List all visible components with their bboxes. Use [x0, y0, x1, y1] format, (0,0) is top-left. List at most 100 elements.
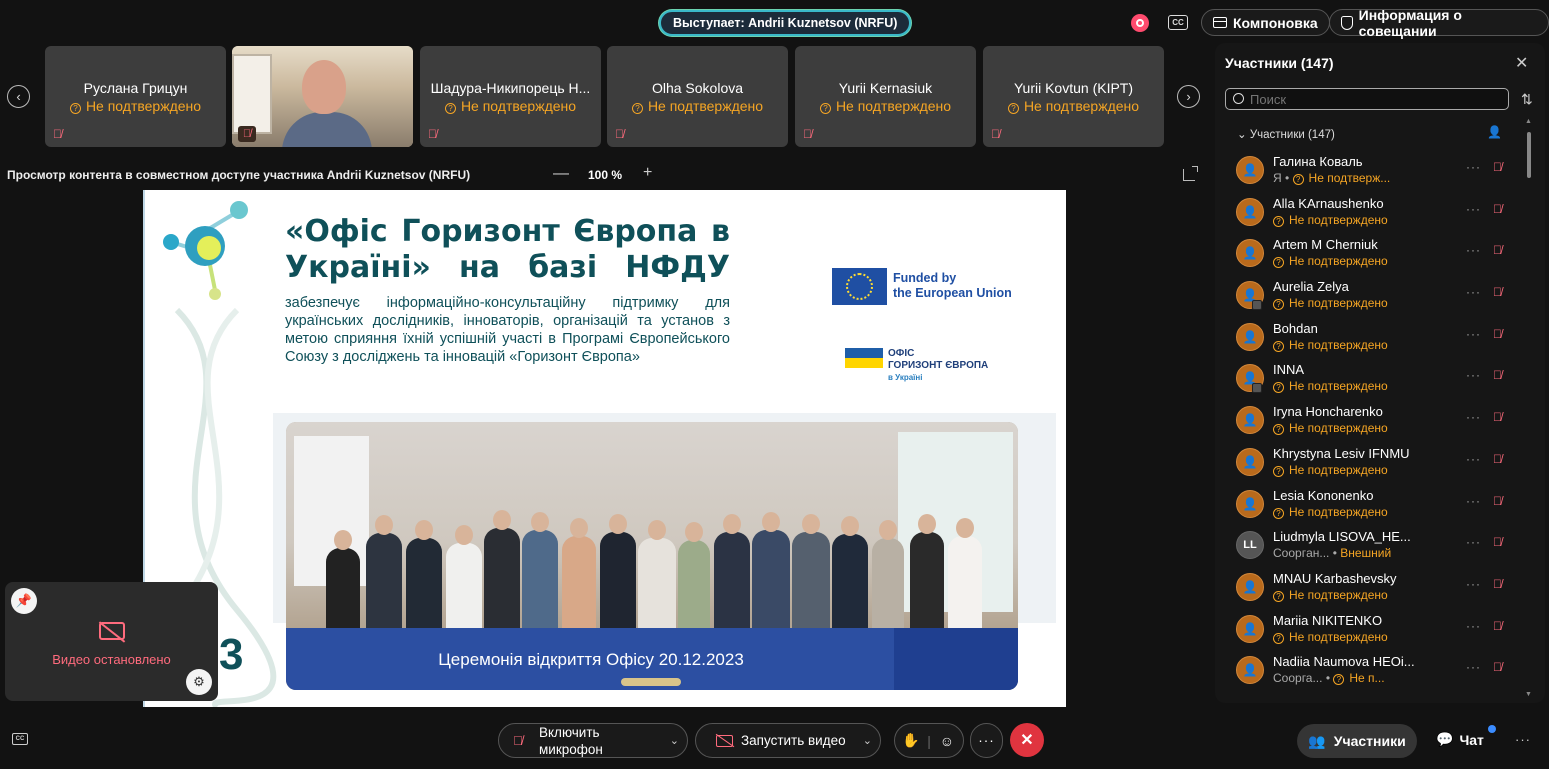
tile-name: Yurii Kovtun (KIPT)	[1013, 80, 1134, 96]
list-item[interactable]: 👤 MNAU Karbashevsky ? Не подтверждено ···…	[1215, 567, 1525, 609]
pending-icon: ?	[1333, 674, 1345, 686]
mic-muted-icon[interactable]: 🎙̸	[1493, 494, 1502, 508]
list-item[interactable]: 👤 Artem M Cherniuk ? Не подтверждено ··· …	[1215, 233, 1525, 275]
reactions-icon[interactable]: ☺	[931, 733, 963, 749]
closed-captions-icon[interactable]: CC	[12, 733, 28, 745]
list-item[interactable]: 👤 Khrystyna Lesiv IFNMU ? Не подтверждено…	[1215, 442, 1525, 484]
shared-content-title: Просмотр контента в совместном доступе у…	[7, 168, 471, 182]
pending-icon: ?	[819, 103, 831, 114]
meeting-info-button[interactable]: Информация о совещании	[1329, 6, 1549, 39]
more-options-icon[interactable]: ···	[1466, 660, 1481, 674]
list-item[interactable]: 👤 Bohdan ? Не подтверждено ··· 🎙̸	[1215, 317, 1525, 359]
more-options-icon[interactable]: ···	[1466, 577, 1481, 591]
closed-captions-icon[interactable]: CC	[1168, 15, 1188, 30]
mic-muted-icon[interactable]: 🎙̸	[1493, 535, 1502, 549]
more-options-icon[interactable]: ···	[1466, 202, 1481, 216]
more-options-icon[interactable]: ···	[1466, 327, 1481, 341]
more-options-icon[interactable]: ···	[1466, 535, 1481, 549]
chat-button[interactable]: 💬 Чат	[1436, 731, 1484, 748]
avatar: 👤	[1236, 489, 1264, 518]
more-options-icon[interactable]: ···	[1466, 452, 1481, 466]
search-input[interactable]	[1225, 88, 1509, 110]
list-item[interactable]: 👤 Alla KArnaushenko ? Не подтверждено ···…	[1215, 192, 1525, 234]
avatar: 👤	[1236, 614, 1264, 643]
participant-video-tile[interactable]: 🎙̸	[232, 46, 413, 147]
mic-muted-icon[interactable]: 🎙̸	[1493, 327, 1502, 341]
more-options-icon[interactable]: ···	[1466, 243, 1481, 257]
pin-icon[interactable]: 📌	[11, 588, 37, 614]
participant-tile[interactable]: Olha Sokolova ? Не подтверждено 🎙̸	[607, 46, 788, 147]
list-item[interactable]: 👤 Галина Коваль Я • ? Не подтверж... ··· …	[1215, 150, 1525, 192]
pending-icon: ?	[1292, 174, 1304, 185]
shield-icon	[1341, 15, 1353, 30]
device-badge-icon	[1252, 383, 1262, 394]
list-item[interactable]: 👤 Lesia Kononenko ? Не подтверждено ··· 🎙…	[1215, 484, 1525, 526]
zoom-in-button[interactable]: +	[643, 164, 652, 182]
mic-muted-icon[interactable]: 🎙̸	[1493, 577, 1502, 591]
chat-notification-dot	[1488, 725, 1496, 733]
mic-muted-icon[interactable]: 🎙̸	[1493, 452, 1502, 466]
meeting-info-label: Информация о совещании	[1358, 6, 1462, 39]
scrollbar[interactable]: ▲ ▼	[1525, 118, 1533, 698]
tile-status: ? Не подтверждено	[795, 98, 976, 114]
mic-muted-icon[interactable]: 🎙̸	[1493, 285, 1502, 299]
thumbnails-prev-arrow-icon[interactable]: ‹	[7, 85, 30, 108]
sort-icon[interactable]: ⇅	[1521, 91, 1533, 108]
list-item[interactable]: LL Liudmyla LISOVA_HE... Сооргaн... • Вн…	[1215, 525, 1525, 567]
more-options-icon[interactable]: ···	[1515, 732, 1531, 747]
more-options-icon[interactable]: ···	[1466, 494, 1481, 508]
mic-muted-icon: 🎙̸	[428, 127, 437, 141]
list-item[interactable]: 👤 INNA ? Не подтверждено ··· 🎙̸	[1215, 358, 1525, 400]
list-item[interactable]: 👤 Aurelia Zelya ? Не подтверждено ··· 🎙̸	[1215, 275, 1525, 317]
more-options-icon[interactable]: ···	[1466, 160, 1481, 174]
pending-icon: ?	[1273, 215, 1284, 227]
participants-group-header[interactable]: ⌄ Участники (147)	[1237, 127, 1335, 141]
list-item[interactable]: 👤 Iryna Honcharenko ? Не подтверждено ···…	[1215, 400, 1525, 442]
unmute-button[interactable]: 🎙̸ Включить микрофон ⌄	[498, 723, 688, 758]
participant-tile[interactable]: Шадура-Никипорець Н... ? Не подтверждено …	[420, 46, 601, 147]
video-label: Запустить видео	[741, 733, 846, 748]
mic-muted-icon[interactable]: 🎙̸	[1493, 202, 1502, 216]
leave-meeting-button[interactable]: ✕	[1010, 723, 1044, 757]
more-options-icon[interactable]: ···	[1466, 285, 1481, 299]
layout-button[interactable]: Компоновка	[1201, 9, 1330, 36]
chevron-down-icon[interactable]: ⌄	[863, 734, 872, 747]
more-options-button[interactable]: ···	[970, 723, 1003, 758]
mic-muted-icon[interactable]: 🎙̸	[1493, 243, 1502, 257]
office-horizon-logo: ОФІС ГОРИЗОНТ ЄВРОПА в Україні	[888, 348, 989, 382]
meeting-window: Выступает: Andrii Kuznetsov (NRFU) CC Ко…	[0, 0, 1549, 769]
participants-panel: Участники (147) ✕ ⇅ ⌄ Участники (147) 👤 …	[1215, 43, 1545, 703]
mic-muted-icon[interactable]: 🎙̸	[1493, 660, 1502, 674]
participant-tile[interactable]: Yurii Kernasiuk ? Не подтверждено 🎙̸	[795, 46, 976, 147]
more-options-icon[interactable]: ···	[1466, 410, 1481, 424]
panel-title: Участники (147)	[1225, 55, 1334, 71]
thumbnails-next-arrow-icon[interactable]: ›	[1177, 85, 1200, 108]
self-view-panel: 📌 Видео остановлено ⚙	[5, 582, 218, 701]
chevron-down-icon[interactable]: ⌄	[670, 734, 679, 747]
more-options-icon[interactable]: ···	[1466, 368, 1481, 382]
mic-muted-icon[interactable]: 🎙̸	[1493, 368, 1502, 382]
list-item[interactable]: 👤 Nadiia Naumova HEOi... Соорга... • ? Не…	[1215, 650, 1525, 692]
expand-icon[interactable]	[1183, 166, 1198, 181]
user-icon[interactable]: 👤	[1487, 125, 1502, 139]
more-options-icon[interactable]: ···	[1466, 619, 1481, 633]
zoom-out-button[interactable]: —	[553, 165, 569, 183]
gear-icon[interactable]: ⚙	[186, 669, 212, 695]
participant-tile[interactable]: Руслана Грицун ? Не подтверждено 🎙̸	[45, 46, 226, 147]
recording-icon[interactable]	[1131, 14, 1149, 32]
mic-muted-icon[interactable]: 🎙̸	[1493, 160, 1502, 174]
start-video-button[interactable]: Запустить видео ⌄	[695, 723, 881, 758]
scrollbar-thumb[interactable]	[1527, 132, 1531, 178]
mic-muted-icon[interactable]: 🎙̸	[1493, 410, 1502, 424]
list-item[interactable]: 👤 Mariia NIKITENKO ? Не подтверждено ··· …	[1215, 609, 1525, 651]
participants-list: 👤 Галина Коваль Я • ? Не подтверж... ··· …	[1215, 150, 1525, 692]
close-icon[interactable]: ✕	[1515, 53, 1528, 73]
mic-muted-icon[interactable]: 🎙̸	[1493, 619, 1502, 633]
search-icon	[1233, 93, 1244, 104]
participants-button[interactable]: 👥 Участники	[1297, 724, 1417, 758]
raise-hand-icon[interactable]: ✋	[895, 732, 927, 749]
avatar: 👤	[1236, 656, 1264, 685]
pending-icon: ?	[1007, 103, 1019, 114]
layout-icon	[1213, 17, 1227, 28]
participant-tile[interactable]: Yurii Kovtun (KIPT) ? Не подтверждено 🎙̸	[983, 46, 1164, 147]
